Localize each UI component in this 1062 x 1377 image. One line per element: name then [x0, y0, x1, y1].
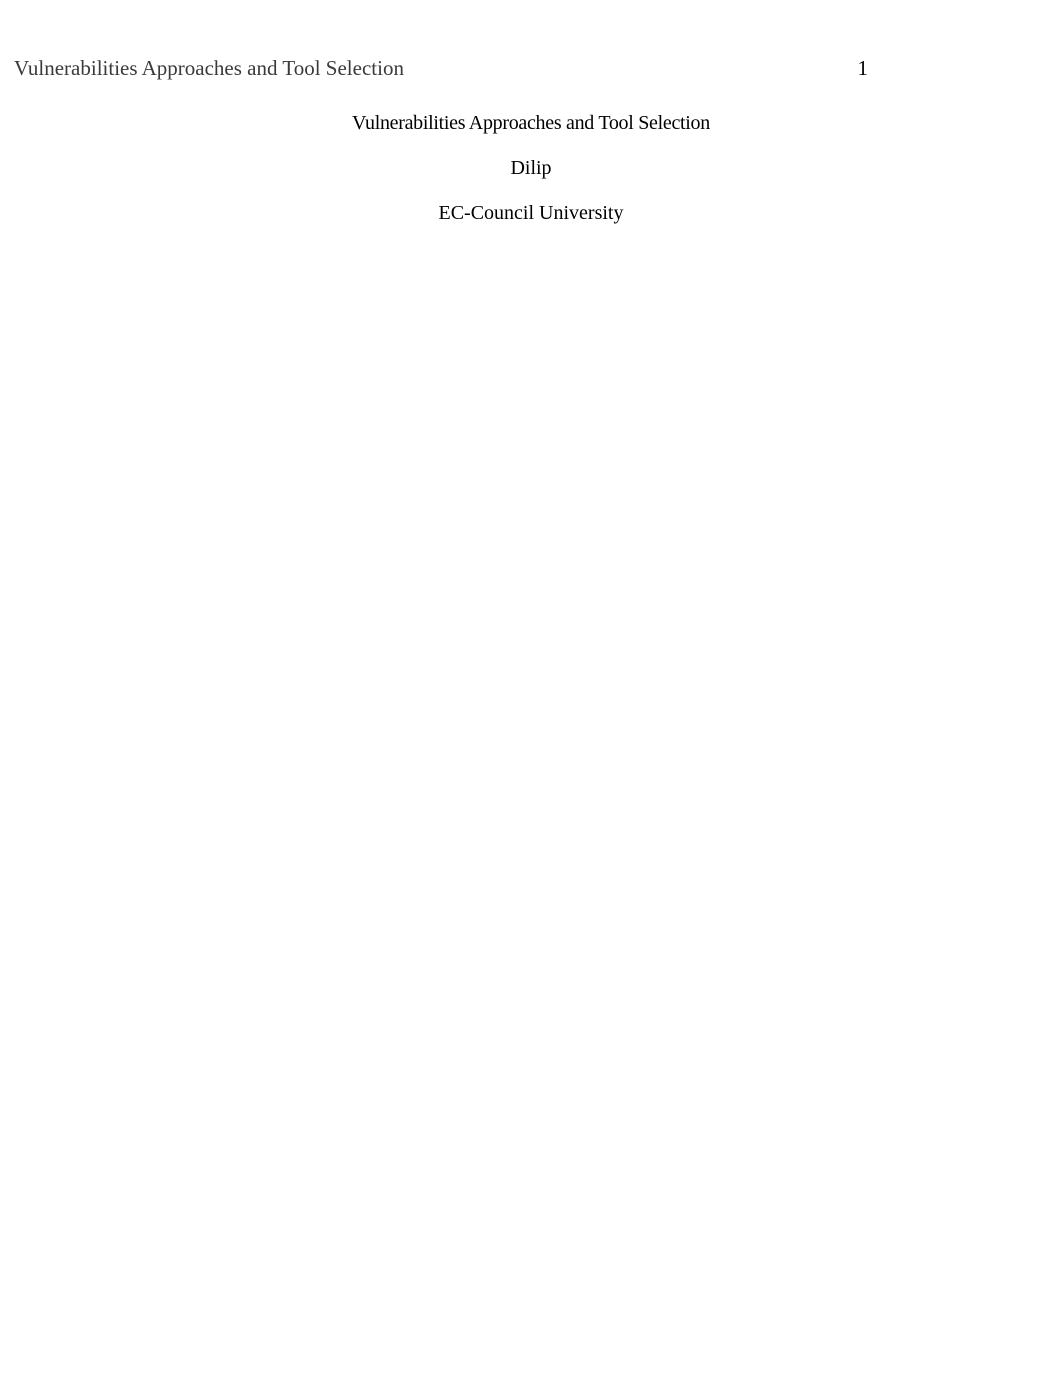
page-header: Vulnerabilities Approaches and Tool Sele… [14, 56, 1048, 81]
page-number: 1 [858, 56, 1049, 81]
document-title: Vulnerabilities Approaches and Tool Sele… [0, 112, 1062, 135]
institution-name: EC-Council University [0, 202, 1062, 225]
author-name: Dilip [0, 157, 1062, 180]
running-head-text: Vulnerabilities Approaches and Tool Sele… [14, 56, 404, 81]
title-page-content: Vulnerabilities Approaches and Tool Sele… [0, 112, 1062, 225]
